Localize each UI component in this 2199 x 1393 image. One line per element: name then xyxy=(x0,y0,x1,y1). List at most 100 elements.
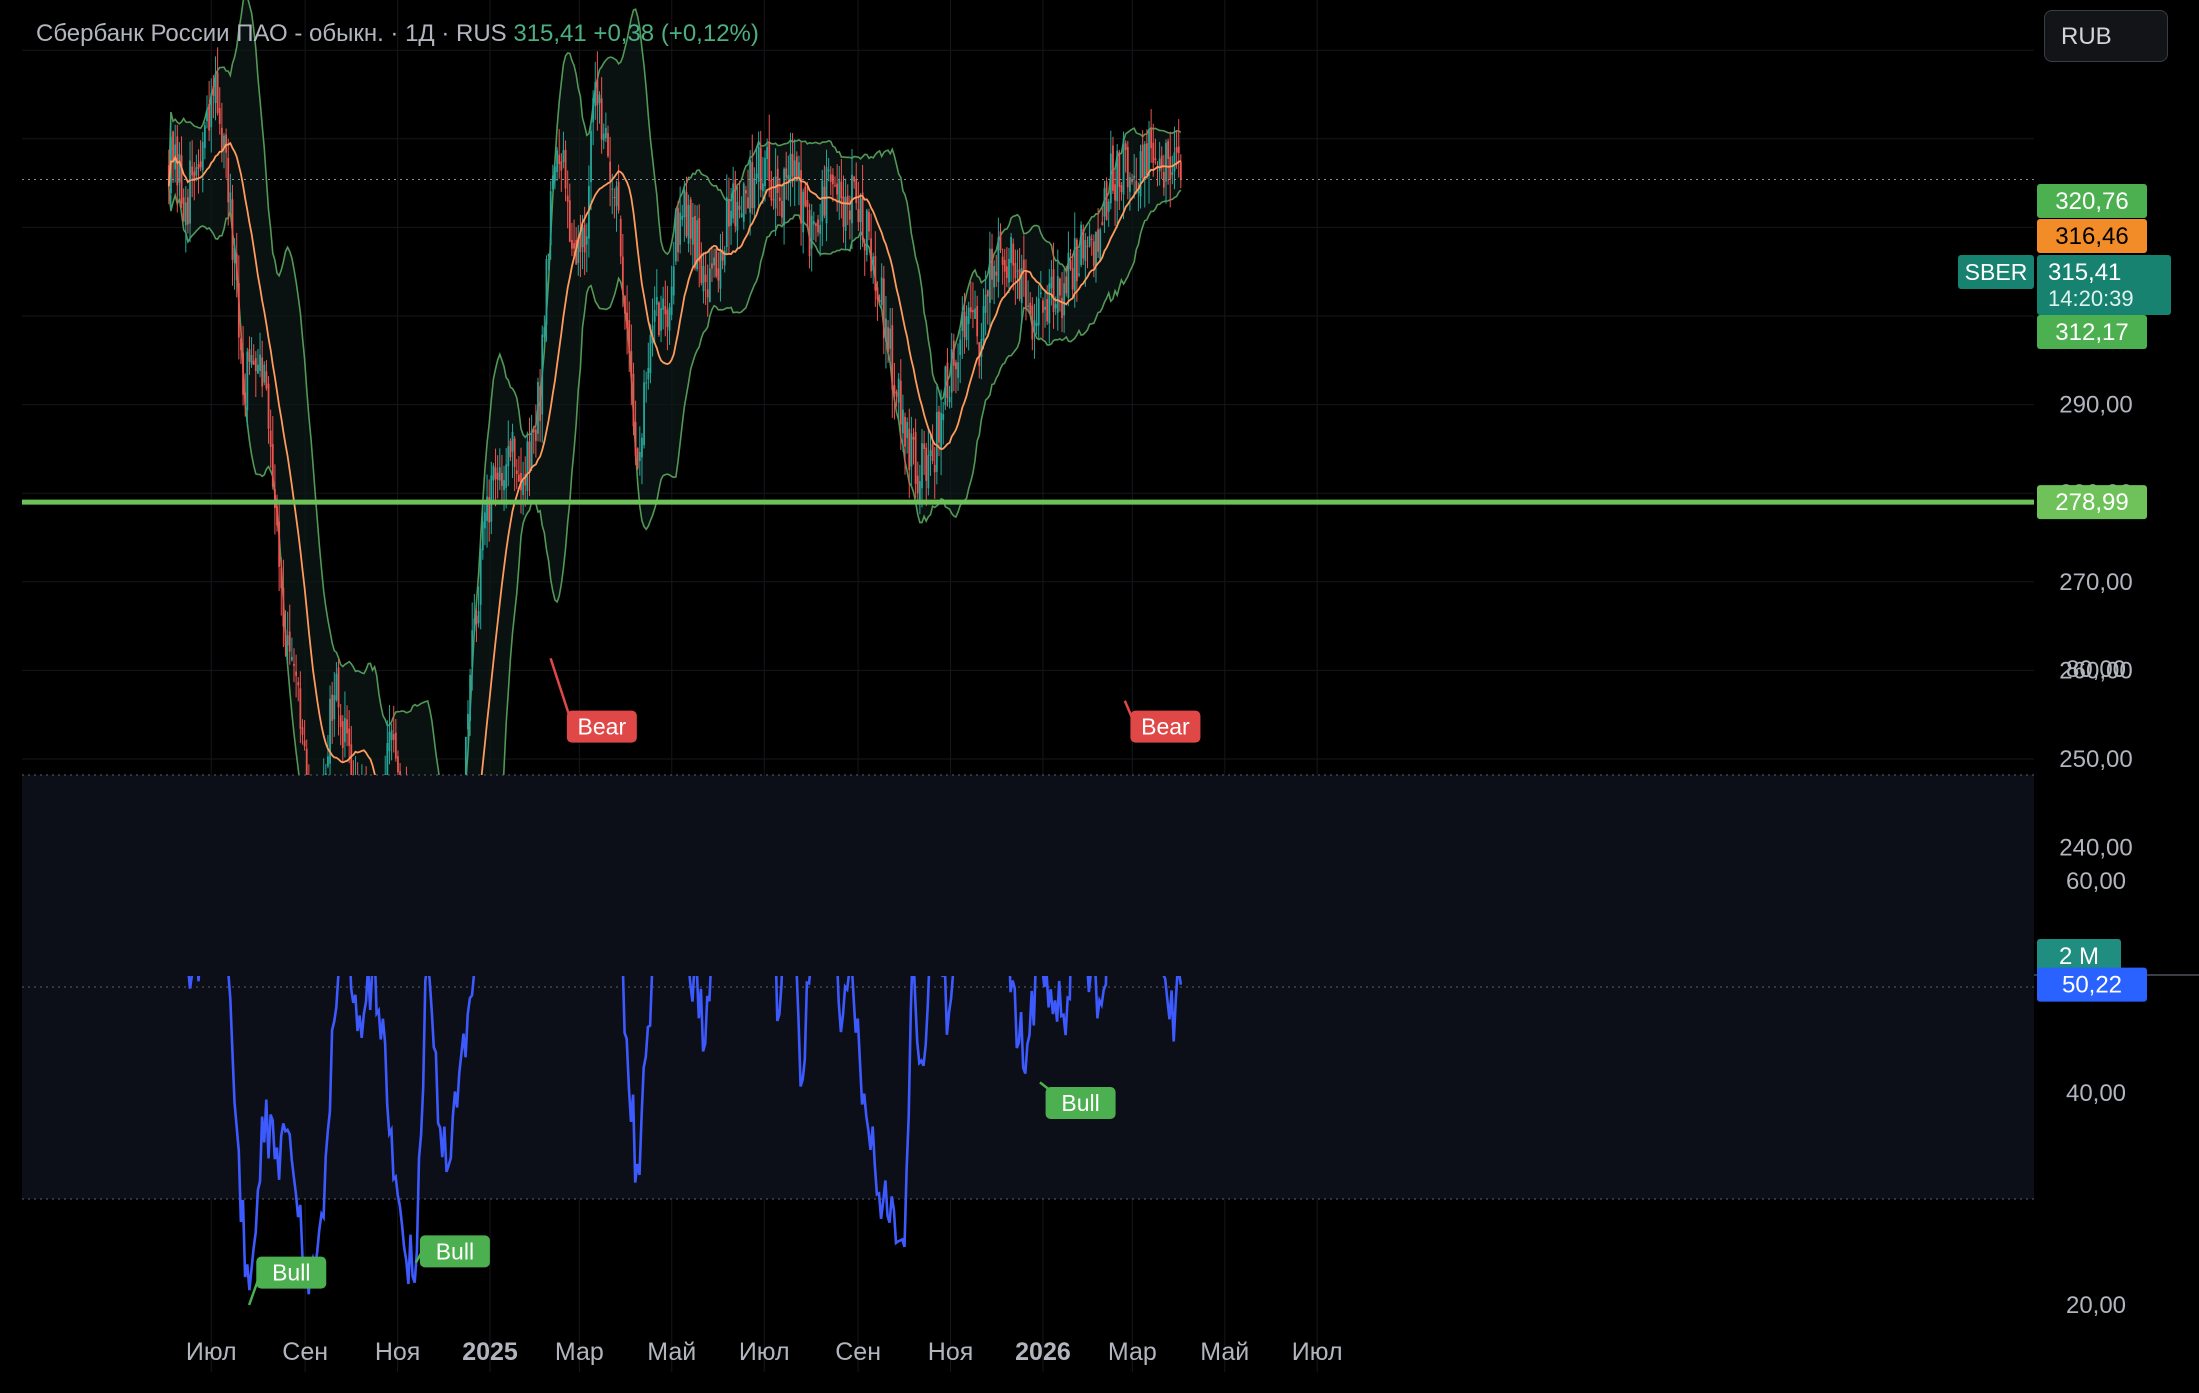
date-tick-label: Мар xyxy=(1108,1338,1157,1366)
candle-body xyxy=(1037,298,1040,326)
candle-body xyxy=(390,730,393,741)
candle-body xyxy=(670,286,673,316)
date-tick-label: Июл xyxy=(186,1338,237,1366)
candle-body xyxy=(747,197,749,209)
candle-body xyxy=(585,236,588,245)
candle-body xyxy=(918,481,921,502)
candle-body xyxy=(290,656,293,661)
date-tick-label: Ноя xyxy=(375,1338,421,1366)
candle-body xyxy=(250,355,253,365)
candle-body xyxy=(993,265,996,288)
candle-body xyxy=(865,210,868,256)
candle-body xyxy=(1129,177,1131,192)
candle-body xyxy=(467,713,469,730)
candle-body xyxy=(286,635,289,646)
candle-body xyxy=(611,188,614,190)
candle-body xyxy=(638,451,641,462)
candle-body xyxy=(261,357,264,387)
candle-body xyxy=(766,146,769,159)
candle-body xyxy=(764,158,766,187)
candle-body xyxy=(785,168,788,178)
date-tick-label: Сен xyxy=(282,1338,328,1366)
candle-body xyxy=(609,161,612,181)
candle-body xyxy=(902,409,904,434)
svg-text:Bull: Bull xyxy=(272,1260,310,1286)
candle-body xyxy=(1124,143,1127,151)
candle-body xyxy=(596,79,599,106)
candle-body xyxy=(271,444,274,487)
candle-body xyxy=(1143,143,1146,180)
candle-body xyxy=(791,153,794,177)
candle-body xyxy=(891,325,894,390)
candle-body xyxy=(475,615,478,625)
candle-body xyxy=(479,548,482,605)
candle-body xyxy=(206,110,208,122)
candle-body xyxy=(242,352,244,395)
candle-body xyxy=(776,168,779,193)
candle-body xyxy=(713,257,715,266)
candle-body xyxy=(203,125,206,148)
candle-body xyxy=(1145,143,1148,176)
candle-body xyxy=(197,164,200,169)
candle-body xyxy=(1126,146,1129,188)
currency-button[interactable]: RUB xyxy=(2044,10,2168,62)
candle-body xyxy=(1148,130,1150,177)
candle-body xyxy=(554,166,556,181)
candle-body xyxy=(581,227,584,248)
candle-body xyxy=(522,480,525,495)
candle-body xyxy=(836,183,839,195)
candle-body xyxy=(1018,269,1021,299)
candle-body xyxy=(558,154,561,165)
candle-body xyxy=(872,256,875,271)
candle-body xyxy=(172,131,174,162)
candle-body xyxy=(280,568,283,589)
candle-body xyxy=(991,248,993,280)
candle-body xyxy=(1073,238,1076,292)
chart[interactable]: EEEEEEEE BullBullBearBullBear 330,00300,… xyxy=(0,0,2199,1393)
candle-body xyxy=(857,209,860,222)
candle-body xyxy=(496,472,499,480)
candle-body xyxy=(668,307,671,331)
candle-body xyxy=(583,224,586,253)
candle-body xyxy=(645,382,648,384)
candle-body xyxy=(706,289,709,298)
candle-body xyxy=(269,430,272,447)
candle-body xyxy=(299,688,302,729)
candle-body xyxy=(887,327,889,352)
candle-body xyxy=(1014,263,1017,279)
candle-body xyxy=(838,179,841,204)
svg-text:Bull: Bull xyxy=(1061,1090,1099,1116)
candle-body xyxy=(870,238,872,272)
candle-body xyxy=(730,210,732,226)
candle-body xyxy=(346,719,348,734)
candle-body xyxy=(694,215,696,269)
date-tick-label: 2025 xyxy=(462,1338,518,1366)
candle-body xyxy=(1082,229,1085,259)
last-price-label: 315,4114:20:39 xyxy=(2037,255,2171,315)
candle-body xyxy=(798,162,800,177)
candle-body xyxy=(948,397,951,403)
candle-body xyxy=(1107,201,1110,212)
price-change: +0,38 (+0,12%) xyxy=(593,20,759,47)
candle-body xyxy=(503,480,505,491)
candle-body xyxy=(969,307,972,313)
candle-body xyxy=(840,181,843,199)
svg-text:315,41: 315,41 xyxy=(2048,259,2121,286)
candle-body xyxy=(515,470,518,475)
candle-body xyxy=(1065,276,1068,294)
candle-body xyxy=(808,209,811,257)
candle-body xyxy=(1179,161,1182,180)
candle-body xyxy=(878,299,881,302)
candle-body xyxy=(624,296,626,314)
candle-body xyxy=(1116,150,1119,202)
candle-body xyxy=(547,253,550,257)
candle-body xyxy=(736,201,739,231)
candle-body xyxy=(191,166,194,176)
candle-body xyxy=(1086,245,1089,247)
candle-body xyxy=(636,448,639,469)
candle-body xyxy=(225,134,228,153)
candle-body xyxy=(812,221,815,225)
candle-body xyxy=(327,756,329,767)
candle-body xyxy=(1046,298,1049,322)
candle-body xyxy=(218,107,221,124)
